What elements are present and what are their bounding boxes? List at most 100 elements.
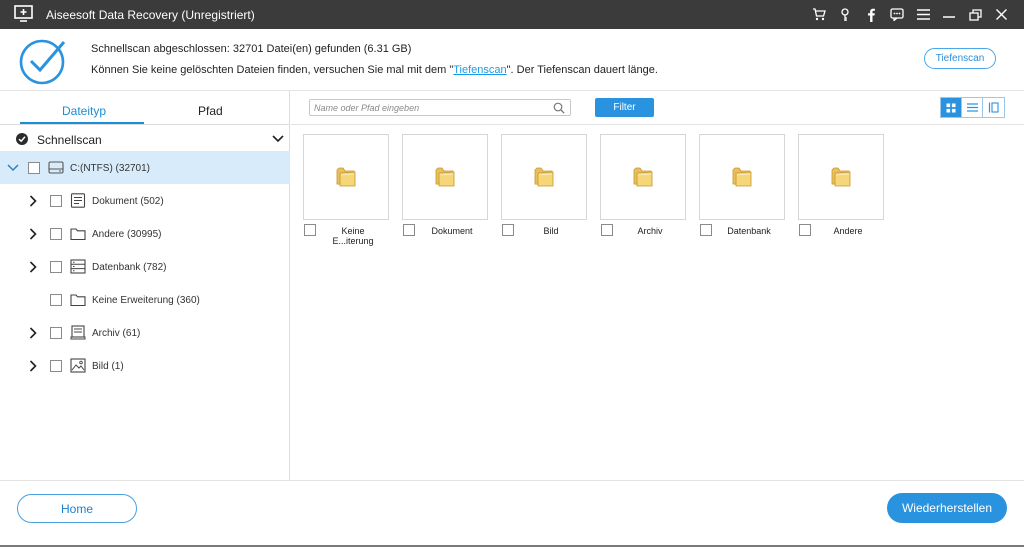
tree-item-label: Dokument (502) <box>92 196 164 207</box>
scan-summary-text: Schnellscan abgeschlossen: 32701 Datei(e… <box>91 43 412 55</box>
folder-label: Datenbank <box>727 226 771 236</box>
chat-icon[interactable] <box>884 0 910 29</box>
folder-checkbox[interactable] <box>799 224 811 236</box>
tab-path[interactable]: Pfad <box>198 104 223 118</box>
tree-item-document[interactable]: Dokument (502) <box>0 189 290 213</box>
chevron-right-icon[interactable] <box>29 261 37 276</box>
window-title: Aiseesoft Data Recovery (Unregistriert) <box>46 8 255 22</box>
tree-item-label: Bild (1) <box>92 361 124 372</box>
tree-item-checkbox[interactable] <box>50 360 62 372</box>
close-icon[interactable] <box>988 0 1014 29</box>
facebook-icon[interactable] <box>858 0 884 29</box>
tree-item-label: Archiv (61) <box>92 328 141 339</box>
deep-scan-link[interactable]: Tiefenscan <box>453 64 506 76</box>
folder-icon <box>730 164 754 191</box>
folder-card-image[interactable] <box>501 134 587 220</box>
folder-icon <box>829 164 853 191</box>
folder-label: Keine E...iterung <box>332 226 374 246</box>
folder-icon <box>70 292 86 307</box>
tree-item-label: Andere (30995) <box>92 229 162 240</box>
tree-item-checkbox[interactable] <box>50 195 62 207</box>
key-icon[interactable] <box>832 0 858 29</box>
tab-file-type[interactable]: Dateityp <box>62 104 106 118</box>
drive-checkbox[interactable] <box>28 162 40 174</box>
tabs-divider <box>0 124 290 125</box>
footer-bar: Home Wiederherstellen <box>0 480 1024 547</box>
folder-label: Andere <box>833 226 863 236</box>
restore-icon[interactable] <box>962 0 988 29</box>
scan-hint-suffix: ". Der Tiefenscan dauert länge. <box>506 64 658 76</box>
folder-checkbox[interactable] <box>601 224 613 236</box>
folder-checkbox[interactable] <box>403 224 415 236</box>
search-input[interactable] <box>314 101 544 114</box>
hdd-icon <box>48 161 64 177</box>
folder-card-database[interactable] <box>699 134 785 220</box>
database-icon <box>70 259 86 274</box>
recover-button[interactable]: Wiederherstellen <box>887 493 1007 523</box>
tree-item-image[interactable]: Bild (1) <box>0 354 290 378</box>
search-box[interactable] <box>309 99 571 116</box>
chevron-right-icon[interactable] <box>29 360 37 375</box>
chevron-right-icon[interactable] <box>29 195 37 210</box>
archive-icon <box>70 325 86 340</box>
folder-icon <box>70 226 86 241</box>
scan-hint-text: Können Sie keine gelöschten Dateien find… <box>91 64 658 76</box>
folder-card-archive[interactable] <box>600 134 686 220</box>
tree-item-checkbox[interactable] <box>50 327 62 339</box>
image-icon <box>70 358 86 373</box>
folder-grid: Keine E...iterung Dokument Bild Archiv D… <box>291 126 1024 480</box>
folder-icon <box>433 164 457 191</box>
document-icon <box>70 193 86 208</box>
app-logo-icon <box>14 5 33 22</box>
chevron-down-icon[interactable] <box>272 134 284 146</box>
tree-drive-c[interactable]: C:(NTFS) (32701) <box>0 151 290 184</box>
deep-scan-button[interactable]: Tiefenscan <box>924 48 996 69</box>
tree-item-checkbox[interactable] <box>50 294 62 306</box>
folder-card-other[interactable] <box>798 134 884 220</box>
filter-button[interactable]: Filter <box>595 98 654 117</box>
drive-label: C:(NTFS) (32701) <box>70 163 151 174</box>
quick-scan-check-icon <box>16 133 28 145</box>
tree-item-other[interactable]: Andere (30995) <box>0 222 290 246</box>
tree-item-label: Datenbank (782) <box>92 262 167 273</box>
file-toolbar: Filter <box>291 91 1024 125</box>
folder-label: Archiv <box>637 226 663 236</box>
tree-item-database[interactable]: Datenbank (782) <box>0 255 290 279</box>
title-bar: Aiseesoft Data Recovery (Unregistriert) <box>0 0 1024 29</box>
cart-icon[interactable] <box>806 0 832 29</box>
sidebar-tabs: Dateityp Pfad <box>0 91 290 125</box>
tree-item-label: Keine Erweiterung (360) <box>92 295 200 306</box>
tree-item-no-extension[interactable]: Keine Erweiterung (360) <box>0 288 290 312</box>
search-icon[interactable] <box>553 102 565 117</box>
folder-icon <box>631 164 655 191</box>
grid-view-icon[interactable] <box>941 98 962 117</box>
folder-checkbox[interactable] <box>502 224 514 236</box>
folder-checkbox[interactable] <box>700 224 712 236</box>
folder-label: Dokument <box>431 226 473 236</box>
folder-label: Bild <box>543 226 559 236</box>
list-view-icon[interactable] <box>962 98 983 117</box>
quick-scan-group[interactable]: Schnellscan <box>0 127 290 151</box>
sidebar: Dateityp Pfad Schnellscan C:(NTFS) (3270… <box>0 91 290 480</box>
scan-hint-prefix: Können Sie keine gelöschten Dateien find… <box>91 64 454 76</box>
view-mode-switcher <box>940 97 1005 118</box>
minimize-icon[interactable] <box>936 0 962 29</box>
folder-card-document[interactable] <box>402 134 488 220</box>
detail-view-icon[interactable] <box>983 98 1004 117</box>
tree-item-checkbox[interactable] <box>50 261 62 273</box>
scan-status-panel: Schnellscan abgeschlossen: 32701 Datei(e… <box>0 29 1024 91</box>
tree-item-archive[interactable]: Archiv (61) <box>0 321 290 345</box>
window-controls <box>806 0 1014 29</box>
folder-icon <box>532 164 556 191</box>
folder-icon <box>334 164 358 191</box>
tree-item-checkbox[interactable] <box>50 228 62 240</box>
menu-icon[interactable] <box>910 0 936 29</box>
scan-complete-check-icon <box>18 36 68 86</box>
chevron-down-icon[interactable] <box>7 163 19 175</box>
folder-card-no-extension[interactable] <box>303 134 389 220</box>
chevron-right-icon[interactable] <box>29 327 37 342</box>
chevron-right-icon[interactable] <box>29 228 37 243</box>
folder-checkbox[interactable] <box>304 224 316 236</box>
quick-scan-label: Schnellscan <box>37 133 102 147</box>
home-button[interactable]: Home <box>17 494 137 523</box>
